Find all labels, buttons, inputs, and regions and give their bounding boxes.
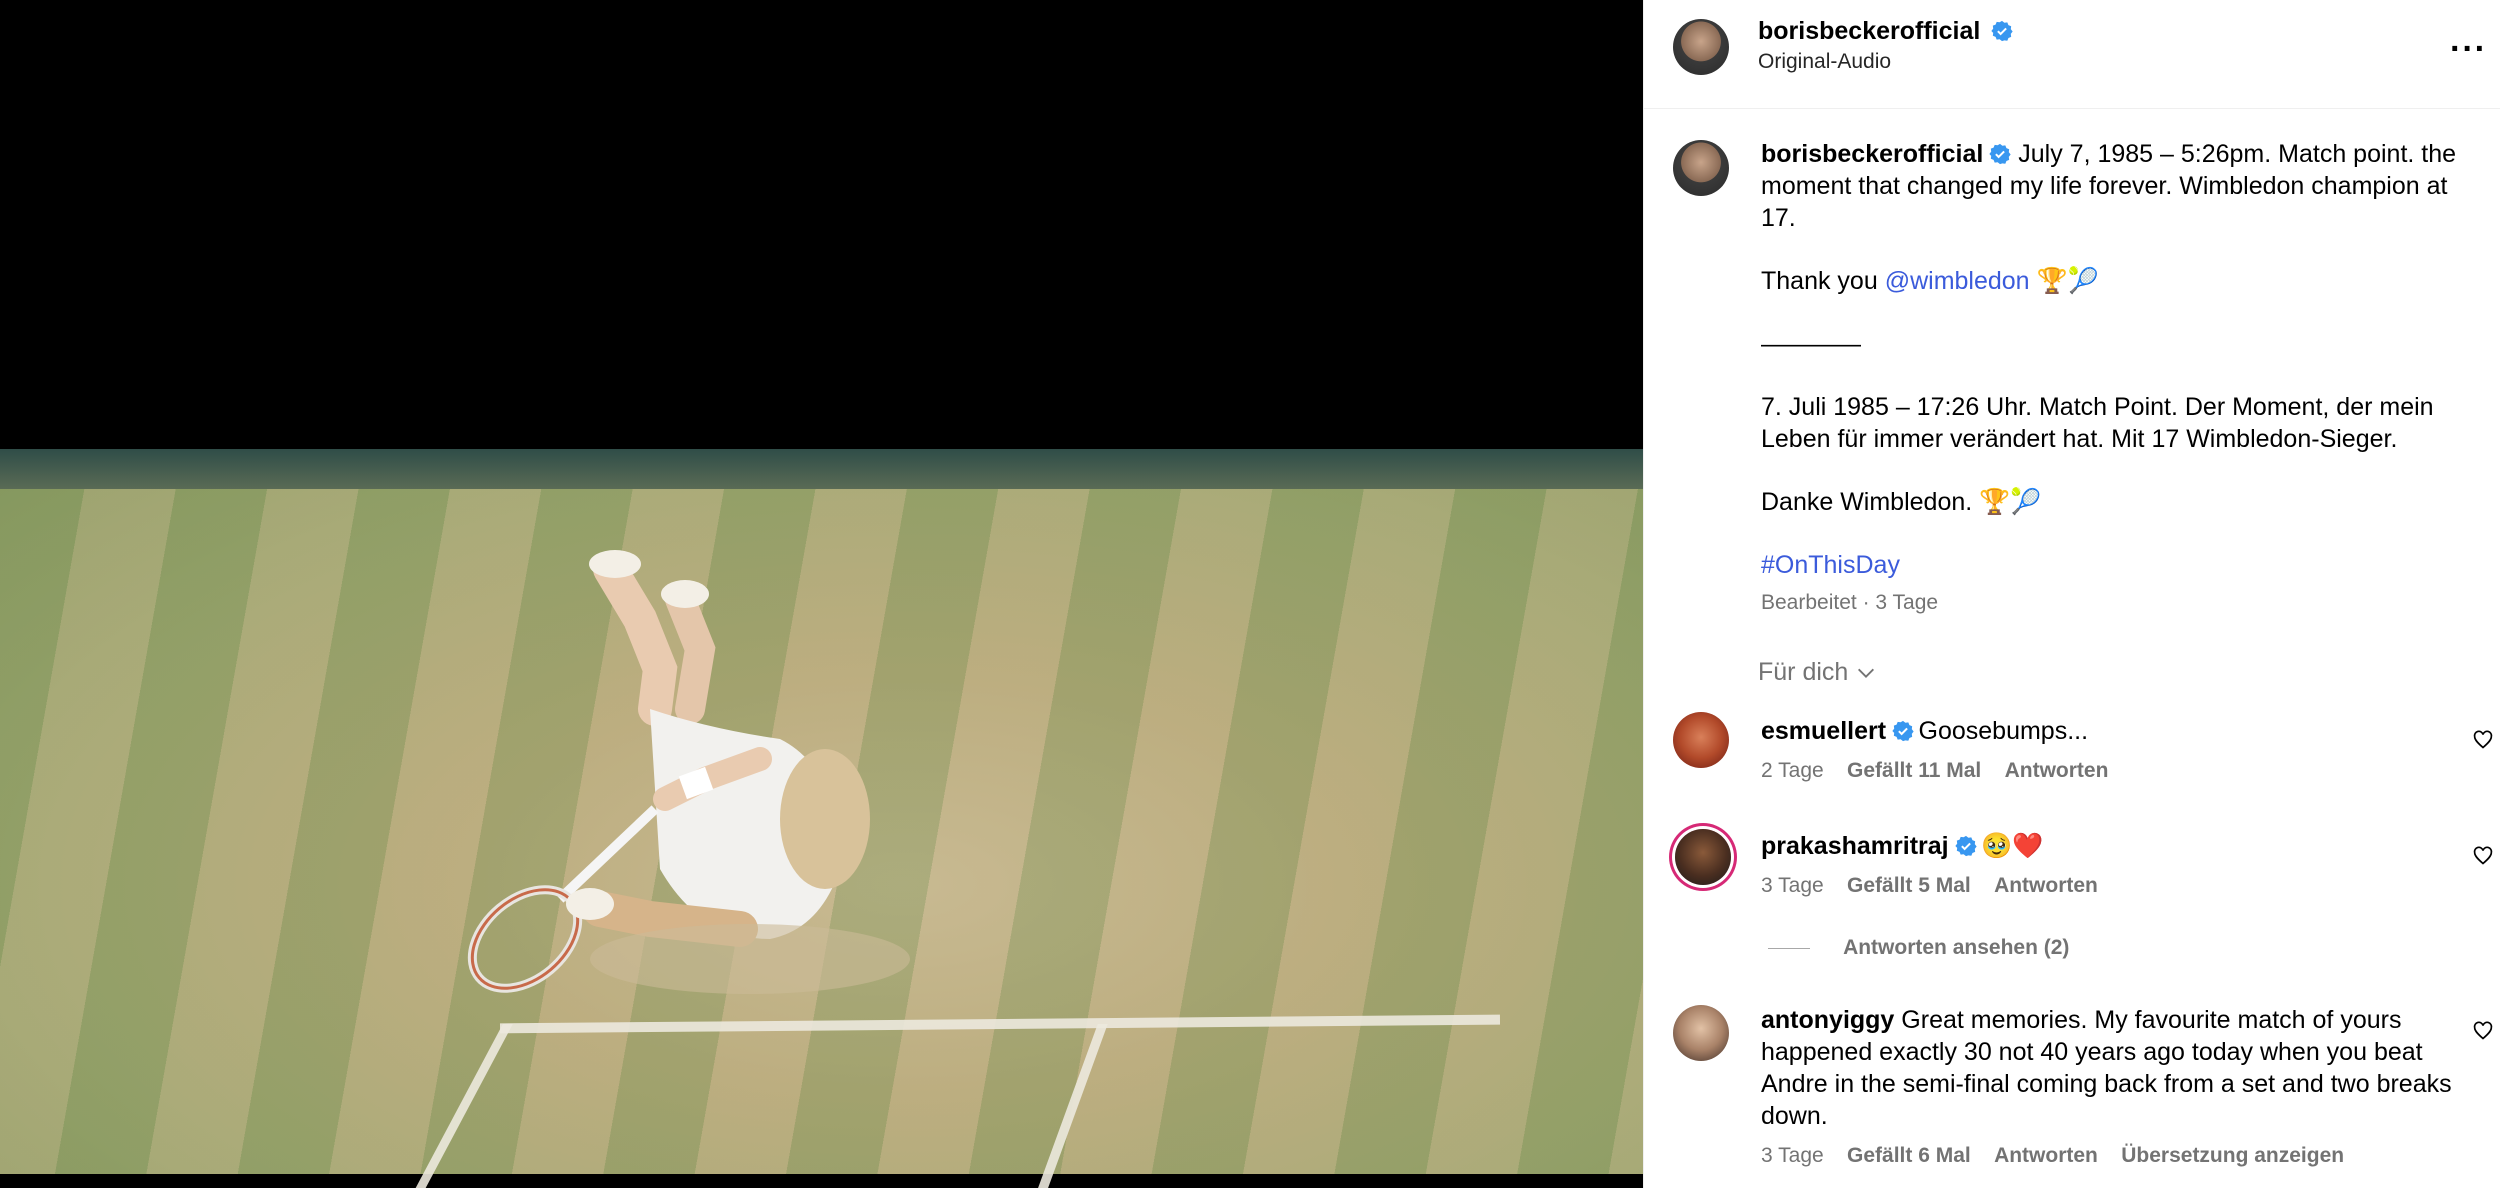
- hashtag-onthisday[interactable]: #OnThisDay: [1761, 549, 2481, 581]
- audio-label[interactable]: Original-Audio: [1758, 50, 2013, 74]
- comment-likes-count[interactable]: Gefällt 6 Mal: [1847, 1144, 1971, 1167]
- video-player[interactable]: [0, 0, 1643, 1188]
- caption-emoji-2: 🏆🎾: [1979, 488, 2042, 516]
- author-avatar[interactable]: [1673, 19, 1729, 75]
- comment-likes-count[interactable]: Gefällt 5 Mal: [1847, 874, 1971, 897]
- video-frame[interactable]: [0, 449, 1643, 1188]
- comment-age: 2 Tage: [1761, 759, 1824, 782]
- verified-badge-icon: [1991, 20, 2013, 42]
- reply-button[interactable]: Antworten: [1994, 874, 2098, 897]
- caption-german: 7. Juli 1985 – 17:26 Uhr. Match Point. D…: [1761, 393, 2434, 453]
- caption-danke-line: Danke Wimbledon. 🏆🎾: [1761, 486, 2481, 518]
- comment-meta: 3 Tage Gefällt 5 Mal Antworten: [1761, 874, 2441, 898]
- replies-divider-line: [1768, 947, 1810, 949]
- reply-button[interactable]: Antworten: [2005, 759, 2109, 782]
- like-heart-icon[interactable]: [2473, 1021, 2493, 1041]
- caption-divider: ————: [1761, 330, 1861, 358]
- view-replies-label: Antworten ansehen (2): [1843, 936, 2070, 959]
- mention-wimbledon[interactable]: @wimbledon: [1885, 267, 2030, 295]
- post-header: borisbeckerofficial Original-Audio ···: [1644, 0, 2500, 109]
- court-back-wall: [0, 449, 1643, 489]
- caption-author-username[interactable]: borisbeckerofficial: [1761, 140, 1983, 168]
- caption-edited-meta: Bearbeitet · 3 Tage: [1761, 591, 1939, 614]
- comment-body: antonyiggy Great memories. My favourite …: [1761, 1004, 2461, 1132]
- comment-avatar[interactable]: [1673, 1005, 1729, 1061]
- comment-age: 3 Tage: [1761, 1144, 1824, 1167]
- comment-username[interactable]: prakashamritraj: [1761, 832, 1949, 860]
- more-options-icon[interactable]: ···: [2450, 30, 2487, 69]
- translate-button[interactable]: Übersetzung anzeigen: [2121, 1144, 2344, 1167]
- post-caption: borisbeckerofficial July 7, 1985 – 5:26p…: [1761, 138, 2481, 619]
- court-line: [1032, 1024, 1108, 1188]
- chevron-down-icon: [1858, 668, 1875, 678]
- verified-badge-icon: [1989, 143, 2011, 165]
- reply-button[interactable]: Antworten: [1994, 1144, 2098, 1167]
- comment-avatar[interactable]: [1675, 829, 1731, 885]
- comment-item: antonyiggy Great memories. My favourite …: [1761, 1004, 2461, 1168]
- caption-author-avatar[interactable]: [1673, 140, 1729, 196]
- comment-username[interactable]: esmuellert: [1761, 717, 1886, 745]
- caption-emoji: 🏆🎾: [2036, 267, 2099, 295]
- comment-text: Goosebumps...: [1918, 717, 2089, 745]
- verified-badge-icon: [1954, 835, 1977, 857]
- comment-item: esmuellert Goosebumps... 2 Tage Gefällt …: [1761, 715, 2441, 783]
- tennis-player-image: [467, 550, 910, 994]
- like-heart-icon[interactable]: [2473, 846, 2493, 866]
- comment-meta: 2 Tage Gefällt 11 Mal Antworten: [1761, 759, 2441, 783]
- author-username[interactable]: borisbeckerofficial: [1758, 17, 1980, 45]
- comment-avatar[interactable]: [1673, 712, 1729, 768]
- comment-text: 🥹❤️: [1981, 832, 2044, 860]
- like-heart-icon[interactable]: [2473, 730, 2493, 750]
- comment-username[interactable]: antonyiggy: [1761, 1006, 1894, 1034]
- view-replies-button[interactable]: Antworten ansehen (2): [1768, 936, 2069, 960]
- caption-thanks-line: Thank you @wimbledon 🏆🎾: [1761, 265, 2481, 297]
- caption-danke: Danke Wimbledon.: [1761, 488, 1973, 516]
- comment-likes-count[interactable]: Gefällt 11 Mal: [1847, 759, 1981, 782]
- verified-badge-icon: [1892, 720, 1914, 742]
- caption-thanks: Thank you: [1761, 267, 1878, 295]
- comment-filter-dropdown[interactable]: Für dich: [1758, 658, 1877, 687]
- post-sidebar: borisbeckerofficial Original-Audio ··· b…: [1643, 0, 2500, 1188]
- comment-meta: 3 Tage Gefällt 6 Mal Antworten Übersetzu…: [1761, 1144, 2461, 1168]
- comment-item: prakashamritraj 🥹❤️ 3 Tage Gefällt 5 Mal…: [1761, 830, 2441, 898]
- comment-filter-label: Für dich: [1758, 658, 1849, 686]
- court-line: [407, 1024, 513, 1188]
- comment-age: 3 Tage: [1761, 874, 1824, 897]
- author-block: borisbeckerofficial Original-Audio: [1758, 17, 2013, 74]
